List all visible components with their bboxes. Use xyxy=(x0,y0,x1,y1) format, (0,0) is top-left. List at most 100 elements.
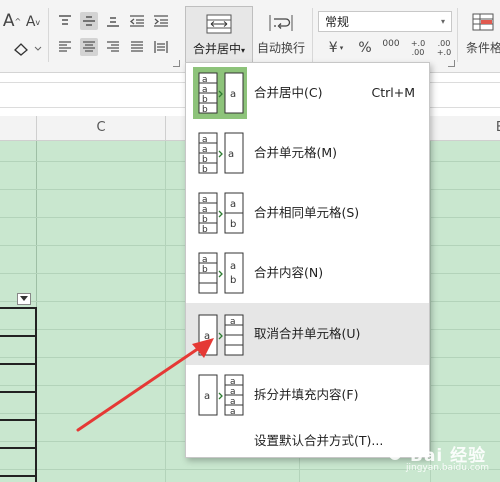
column-header-c[interactable]: C xyxy=(37,116,165,140)
svg-text:a: a xyxy=(204,391,210,402)
svg-text:a: a xyxy=(202,195,208,205)
svg-text:a: a xyxy=(202,145,208,155)
merge-same-cells-icon: a a b b a b xyxy=(193,187,247,239)
align-bottom-icon xyxy=(107,17,119,27)
cell-border xyxy=(35,307,37,482)
filter-dropdown-button[interactable] xyxy=(17,293,31,305)
align-left-icon xyxy=(59,41,71,52)
decrease-font-size-button[interactable]: Av xyxy=(24,12,42,32)
svg-text:b: b xyxy=(202,215,208,225)
svg-text:a: a xyxy=(230,89,236,100)
svg-text:a: a xyxy=(228,149,234,160)
increase-indent-icon xyxy=(154,15,168,27)
cell-border xyxy=(0,419,37,421)
svg-text:a: a xyxy=(230,377,236,387)
percent-format-button[interactable]: % xyxy=(356,38,374,58)
merge-center-button[interactable]: 合并居中▾ xyxy=(185,6,253,64)
unmerge-cells-icon: a a xyxy=(193,309,247,361)
svg-text:a: a xyxy=(204,331,210,342)
align-right-button[interactable] xyxy=(104,38,122,56)
align-center-button[interactable] xyxy=(80,38,98,56)
distributed-align-button[interactable] xyxy=(152,38,170,56)
align-bottom-button[interactable] xyxy=(104,12,122,30)
justify-button[interactable] xyxy=(128,38,146,56)
menu-item-unmerge[interactable]: a a 取消合并单元格(U) xyxy=(186,303,429,365)
chevron-down-icon: ▾ xyxy=(440,17,445,26)
svg-text:b: b xyxy=(202,105,208,115)
increase-decimal-button[interactable]: +.0 .00 xyxy=(406,36,430,60)
number-format-select[interactable]: 常规 ▾ xyxy=(318,11,452,32)
separator xyxy=(312,8,313,62)
align-middle-button[interactable] xyxy=(80,12,98,30)
align-top-icon xyxy=(59,15,71,25)
align-right-icon xyxy=(107,41,119,52)
svg-text:a: a xyxy=(230,397,236,407)
cell-border xyxy=(0,335,37,337)
decrease-indent-icon xyxy=(129,15,144,27)
group-expand-icon[interactable] xyxy=(173,60,180,67)
conditional-format-button[interactable]: 条件格 xyxy=(462,6,500,62)
svg-text:b: b xyxy=(202,95,208,105)
align-center-icon xyxy=(83,41,95,52)
svg-text:b: b xyxy=(230,219,236,230)
separator xyxy=(48,8,49,62)
wrap-text-button[interactable]: 自动换行 xyxy=(254,6,308,62)
baidu-jingyan-watermark: Bai 经验 jingyan.baidu.com xyxy=(380,425,500,480)
eraser-icon xyxy=(14,43,42,56)
menu-item-merge-cells[interactable]: a a b b a 合并单元格(M) xyxy=(186,123,429,183)
cell-border xyxy=(0,363,37,365)
cell-border xyxy=(0,447,37,449)
merge-center-icon: a a b b a xyxy=(193,67,247,119)
divider xyxy=(36,116,37,140)
svg-text:a: a xyxy=(230,387,236,397)
merge-cells-icon xyxy=(206,14,232,33)
wrap-text-icon xyxy=(269,14,293,31)
divider xyxy=(165,116,166,140)
paw-logo-icon xyxy=(384,439,407,460)
align-top-button[interactable] xyxy=(56,12,74,30)
increase-indent-button[interactable] xyxy=(152,12,170,30)
merge-cells-icon: a a b b a xyxy=(193,127,247,179)
merge-dropdown-menu: a a b b a 合并居中(C) Ctrl+M a a b b a 合并单元格… xyxy=(185,62,430,458)
clear-format-button[interactable] xyxy=(8,38,46,58)
svg-text:b: b xyxy=(202,225,208,235)
split-fill-icon: a a a a a xyxy=(193,369,247,421)
svg-text:a: a xyxy=(230,407,236,417)
increase-font-size-button[interactable]: A ^ xyxy=(2,10,22,32)
separator xyxy=(457,8,458,62)
distributed-align-icon xyxy=(154,41,168,53)
chevron-down-icon: ▾ xyxy=(241,45,246,55)
align-middle-icon xyxy=(83,16,95,26)
menu-item-merge-center[interactable]: a a b b a 合并居中(C) Ctrl+M xyxy=(186,63,429,123)
justify-icon xyxy=(131,41,143,52)
menu-item-merge-content[interactable]: a b a b 合并内容(N) xyxy=(186,243,429,303)
svg-text:a: a xyxy=(202,205,208,215)
svg-text:b: b xyxy=(202,265,208,275)
menu-item-split-fill[interactable]: a a a a a 拆分并填充内容(F) xyxy=(186,365,429,425)
column-header-e[interactable]: E xyxy=(430,116,500,140)
svg-text:b: b xyxy=(230,275,236,286)
svg-text:a: a xyxy=(202,135,208,145)
svg-text:a: a xyxy=(230,199,236,210)
align-left-button[interactable] xyxy=(56,38,74,56)
group-expand-icon[interactable] xyxy=(448,60,455,67)
decrease-decimal-button[interactable]: .00 +.0 xyxy=(432,36,456,60)
cell-border xyxy=(0,307,37,309)
svg-text:a: a xyxy=(230,261,236,272)
svg-text:b: b xyxy=(202,155,208,165)
currency-format-button[interactable]: ¥ ▾ xyxy=(322,38,350,58)
merge-content-icon: a b a b xyxy=(193,247,247,299)
gridline xyxy=(165,141,166,482)
conditional-format-icon xyxy=(472,13,494,30)
cell-border xyxy=(0,475,37,477)
svg-text:b: b xyxy=(202,165,208,175)
svg-text:a: a xyxy=(202,255,208,265)
svg-text:a: a xyxy=(230,317,236,327)
thousands-separator-button[interactable]: 000 xyxy=(378,36,404,58)
cell-border xyxy=(0,391,37,393)
svg-text:a: a xyxy=(202,75,208,85)
caret-down-icon xyxy=(20,296,28,301)
svg-text:a: a xyxy=(202,85,208,95)
decrease-indent-button[interactable] xyxy=(128,12,146,30)
menu-item-merge-same[interactable]: a a b b a b 合并相同单元格(S) xyxy=(186,183,429,243)
